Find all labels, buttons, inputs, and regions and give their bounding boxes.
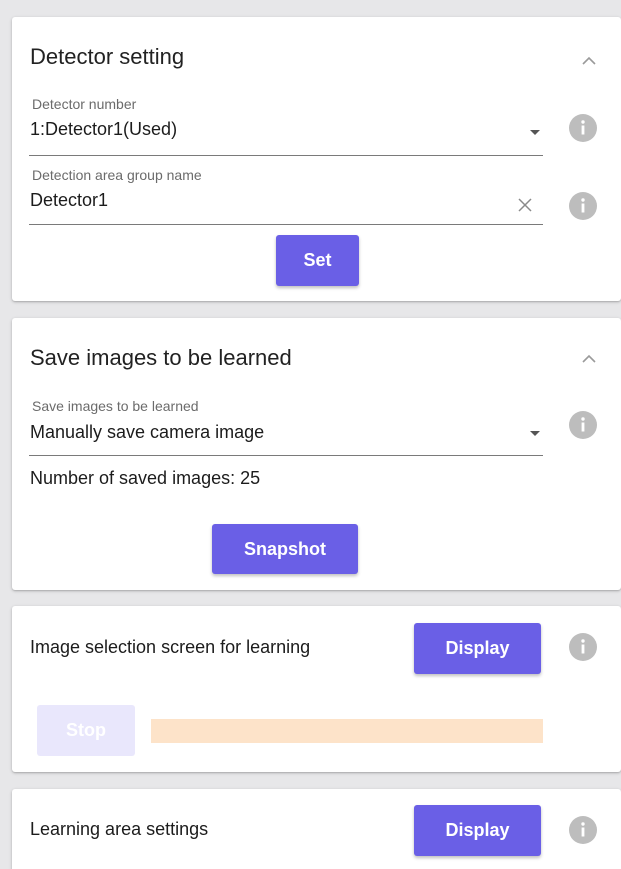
chevron-up-icon[interactable] bbox=[579, 349, 599, 369]
group-name-underline bbox=[29, 224, 543, 225]
close-icon[interactable] bbox=[515, 195, 535, 215]
info-icon[interactable] bbox=[569, 633, 597, 661]
info-icon[interactable] bbox=[569, 192, 597, 220]
chevron-up-icon[interactable] bbox=[579, 51, 599, 71]
caret-down-icon[interactable] bbox=[530, 431, 540, 436]
detector-number-label: Detector number bbox=[32, 96, 137, 112]
detector-setting-card: Detector setting Detector number 1:Detec… bbox=[12, 17, 621, 301]
save-images-card: Save images to be learned Save images to… bbox=[12, 318, 621, 590]
save-images-label: Save images to be learned bbox=[32, 398, 199, 414]
display-button[interactable]: Display bbox=[414, 805, 541, 856]
group-name-label: Detection area group name bbox=[32, 167, 202, 183]
info-icon[interactable] bbox=[569, 114, 597, 142]
detector-setting-title: Detector setting bbox=[30, 44, 185, 69]
saved-images-count: Number of saved images: 25 bbox=[30, 468, 261, 488]
snapshot-button[interactable]: Snapshot bbox=[212, 524, 358, 574]
stop-button[interactable]: Stop bbox=[37, 705, 135, 756]
detector-number-underline bbox=[29, 155, 543, 156]
save-images-title: Save images to be learned bbox=[30, 345, 292, 370]
caret-down-icon[interactable] bbox=[530, 130, 540, 135]
group-name-input[interactable]: Detector1 bbox=[30, 190, 108, 211]
info-icon[interactable] bbox=[569, 411, 597, 439]
detector-number-select[interactable]: 1:Detector1(Used) bbox=[30, 119, 177, 140]
learning-progress-bar bbox=[151, 719, 543, 743]
display-button[interactable]: Display bbox=[414, 623, 541, 674]
learning-area-label: Learning area settings bbox=[30, 819, 209, 839]
image-selection-card: Image selection screen for learning Disp… bbox=[12, 606, 621, 772]
info-icon[interactable] bbox=[569, 816, 597, 844]
save-images-underline bbox=[29, 455, 543, 456]
set-button[interactable]: Set bbox=[276, 235, 359, 286]
learning-area-card: Learning area settings Display bbox=[12, 789, 621, 869]
image-selection-label: Image selection screen for learning bbox=[30, 637, 311, 657]
save-images-select[interactable]: Manually save camera image bbox=[30, 422, 264, 443]
